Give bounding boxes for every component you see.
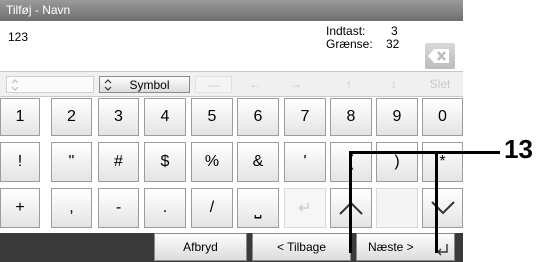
footer-bar: Afbryd < Tilbage Næste > [0, 233, 463, 262]
next-button[interactable]: Næste > [356, 233, 455, 261]
text-entry-area[interactable]: 123 Indtast: 3 Grænse: 32 [0, 21, 463, 71]
key-apostrophe[interactable]: ' [284, 142, 326, 182]
next-label: Næste > [368, 240, 414, 254]
cursor-right-button[interactable]: → [284, 76, 308, 93]
key-7[interactable]: 7 [284, 98, 326, 136]
cancel-button[interactable]: Afbryd [154, 233, 247, 261]
keyboard-dialog: Tilføj - Navn 123 Indtast: 3 Grænse: 32 … [0, 0, 463, 262]
input-count-label: Indtast: [326, 24, 366, 38]
key-9[interactable]: 9 [376, 98, 418, 136]
edit-toolbar: Symbol — ← → ↑ ↓ Slet [0, 71, 463, 97]
enter-icon [437, 244, 448, 256]
space-button[interactable]: — [195, 76, 232, 93]
limit-value: 32 [386, 37, 400, 51]
symbol-select[interactable]: Symbol [99, 76, 190, 93]
clear-button[interactable] [425, 43, 455, 69]
key-plus[interactable]: + [0, 188, 40, 228]
key-6[interactable]: 6 [237, 98, 279, 136]
key-asterisk[interactable]: * [422, 142, 463, 182]
updown-icon [104, 79, 112, 91]
cursor-left-button[interactable]: ← [243, 76, 267, 93]
key-enter[interactable]: ↵ [284, 188, 326, 228]
key-period[interactable]: . [144, 188, 186, 228]
blank-key [376, 188, 418, 228]
key-0[interactable]: 0 [422, 98, 463, 136]
callout-line-right [435, 151, 438, 253]
key-1[interactable]: 1 [0, 98, 40, 136]
updown-icon [11, 79, 19, 91]
backspace-icon [428, 49, 449, 63]
entry-value: 123 [8, 30, 29, 44]
key-space[interactable]: ⎵ [237, 188, 279, 228]
callout-line-left [349, 151, 352, 253]
key-slash[interactable]: / [191, 188, 233, 228]
key-ampersand[interactable]: & [237, 142, 279, 182]
cursor-up-button[interactable]: ↑ [337, 76, 361, 93]
key-3[interactable]: 3 [98, 98, 139, 136]
scroll-down-key[interactable] [422, 188, 463, 228]
key-4[interactable]: 4 [144, 98, 186, 136]
symbol-label: Symbol [129, 78, 170, 92]
key-comma[interactable]: , [51, 188, 92, 228]
delete-button[interactable]: Slet [424, 76, 456, 93]
callout-number: 13 [504, 134, 533, 164]
key-percent[interactable]: % [191, 142, 233, 182]
input-count-value: 3 [391, 24, 398, 38]
key-exclamation[interactable]: ! [0, 142, 40, 182]
key-hyphen[interactable]: - [98, 188, 139, 228]
key-close-paren[interactable]: ) [376, 142, 418, 182]
key-2[interactable]: 2 [51, 98, 92, 136]
key-hash[interactable]: # [98, 142, 139, 182]
limit-label: Grænse: [326, 37, 373, 51]
callout-line [349, 151, 500, 154]
window-title: Tilføj - Navn [0, 0, 463, 21]
key-double-quote[interactable]: " [51, 142, 92, 182]
back-button[interactable]: < Tilbage [252, 233, 351, 261]
key-5[interactable]: 5 [191, 98, 233, 136]
key-8[interactable]: 8 [330, 98, 372, 136]
key-dollar[interactable]: $ [144, 142, 186, 182]
cursor-down-button[interactable]: ↓ [382, 76, 406, 93]
case-select[interactable] [6, 76, 94, 93]
chevron-down-icon [430, 201, 455, 215]
